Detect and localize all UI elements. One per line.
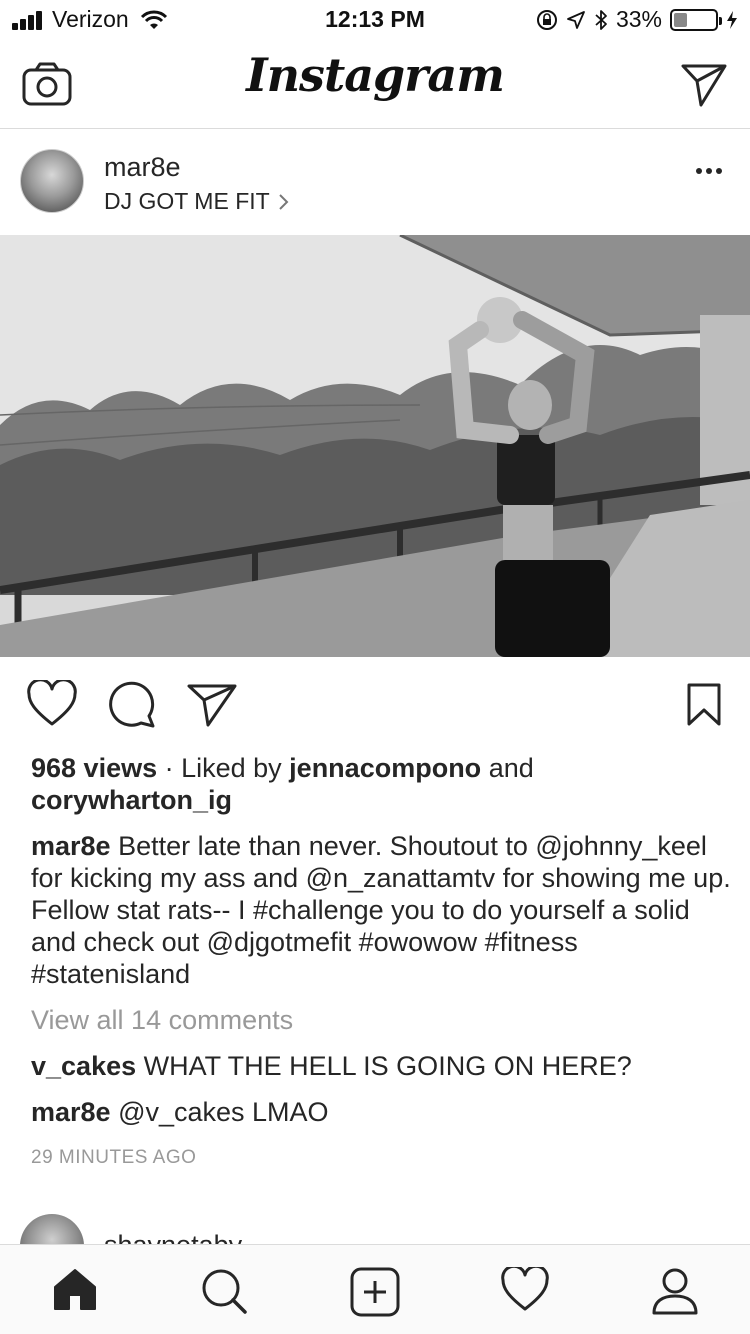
comment-username[interactable]: mar8e xyxy=(31,1097,111,1127)
share-button[interactable] xyxy=(186,680,238,733)
status-right: 33% xyxy=(528,6,738,33)
orientation-lock-icon xyxy=(536,9,557,30)
bookmark-icon xyxy=(687,683,721,726)
charging-bolt-icon xyxy=(727,10,737,29)
comment-text: WHAT THE HELL IS GOING ON HERE? xyxy=(136,1051,632,1081)
and-label: and xyxy=(481,753,534,783)
post-location-label: DJ GOT ME FIT xyxy=(104,188,270,214)
post-info: 968 views · Liked by jennacompono and co… xyxy=(31,752,731,1174)
comment-username[interactable]: v_cakes xyxy=(31,1051,136,1081)
chevron-right-icon xyxy=(278,193,289,210)
post-video[interactable] xyxy=(0,235,750,657)
comment-row: v_cakes WHAT THE HELL IS GOING ON HERE? xyxy=(31,1050,731,1082)
view-count[interactable]: 968 views xyxy=(31,753,157,783)
more-options-button[interactable] xyxy=(692,168,722,174)
location-arrow-icon xyxy=(567,10,585,29)
post-video-frame xyxy=(0,235,750,657)
bottom-tab-bar xyxy=(0,1244,750,1334)
profile-icon xyxy=(652,1268,698,1315)
tab-new-post[interactable] xyxy=(350,1267,400,1322)
post-caption: mar8e Better late than never. Shoutout t… xyxy=(31,830,731,990)
activity-heart-icon xyxy=(501,1264,549,1311)
caption-text: Better late than never. Shoutout to @joh… xyxy=(31,831,731,989)
caption-username[interactable]: mar8e xyxy=(31,831,111,861)
avatar[interactable] xyxy=(20,1214,84,1244)
view-all-comments-link[interactable]: View all 14 comments xyxy=(31,1004,731,1036)
next-post-header: shaynetaby xyxy=(0,1210,750,1244)
post-location[interactable]: DJ GOT ME FIT xyxy=(104,188,290,215)
add-post-icon xyxy=(350,1267,400,1317)
home-icon xyxy=(54,1269,96,1310)
battery-percent: 33% xyxy=(615,6,662,32)
post-timestamp: 29 MINUTES AGO xyxy=(31,1147,197,1168)
instagram-logo: Instagram xyxy=(246,48,505,102)
liker-username[interactable]: corywharton_ig xyxy=(31,785,232,815)
like-button[interactable] xyxy=(26,678,78,733)
status-bar: Verizon 12:13 PM 33% xyxy=(0,0,750,40)
bluetooth-icon xyxy=(595,9,607,30)
direct-messages-button[interactable] xyxy=(680,62,728,113)
heart-icon xyxy=(27,678,77,726)
tab-activity[interactable] xyxy=(500,1264,550,1318)
tab-home[interactable] xyxy=(52,1267,98,1316)
top-navigation-bar: Instagram xyxy=(0,40,750,129)
tab-profile[interactable] xyxy=(651,1267,699,1320)
liked-by-label: · Liked by xyxy=(157,753,290,783)
post-header: mar8e DJ GOT ME FIT xyxy=(0,130,750,235)
comment-text: @v_cakes LMAO xyxy=(110,1097,329,1127)
post-actions xyxy=(0,678,750,733)
next-post-username[interactable]: shaynetaby xyxy=(104,1230,242,1244)
avatar[interactable] xyxy=(20,149,84,213)
post-username[interactable]: mar8e xyxy=(104,152,181,183)
direct-send-icon xyxy=(681,64,727,107)
save-button[interactable] xyxy=(682,680,726,733)
tab-search[interactable] xyxy=(200,1267,248,1320)
likes-line: 968 views · Liked by jennacompono and co… xyxy=(31,752,731,816)
comment-icon xyxy=(109,681,155,728)
comment-button[interactable] xyxy=(106,680,158,733)
share-send-icon xyxy=(187,684,237,727)
battery-icon xyxy=(670,8,722,31)
comment-row: mar8e @v_cakes LMAO xyxy=(31,1096,731,1128)
liker-username[interactable]: jennacompono xyxy=(289,753,481,783)
battery-fill xyxy=(674,12,688,27)
search-icon xyxy=(202,1269,247,1314)
